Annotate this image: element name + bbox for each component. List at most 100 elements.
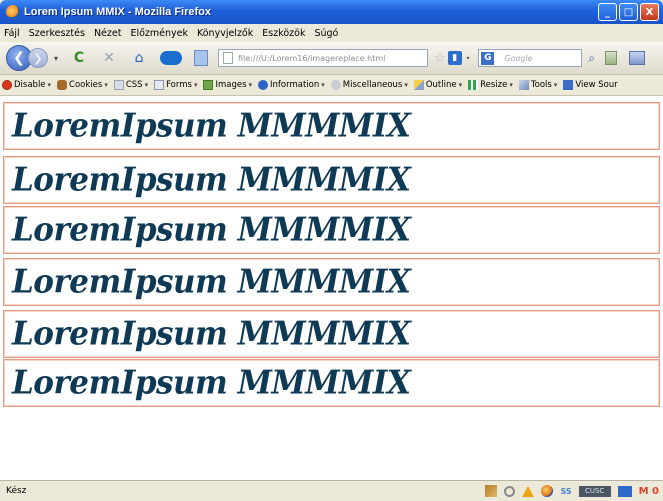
caret-icon: ▾ xyxy=(553,81,558,89)
resize-icon xyxy=(468,80,479,90)
wrench-icon[interactable] xyxy=(485,485,498,497)
warning-icon[interactable] xyxy=(522,485,535,497)
menu-history[interactable]: Előzmények xyxy=(130,28,188,39)
tools-icon xyxy=(518,80,529,90)
stop-icon[interactable]: ✕ xyxy=(100,49,118,67)
ss-label[interactable]: SS xyxy=(560,487,571,496)
dev-cookies[interactable]: Cookies ▾ xyxy=(57,80,108,90)
information-icon xyxy=(258,80,269,90)
dev-information[interactable]: Information ▾ xyxy=(258,80,325,90)
page-icon[interactable] xyxy=(194,50,209,66)
images-icon xyxy=(203,80,214,90)
dev-information-label: Information xyxy=(270,80,320,90)
dev-resize-label: Resize xyxy=(480,80,508,90)
menu-bookmarks[interactable]: Könyvjelzők xyxy=(197,28,253,39)
dev-view-source-label: View Sour xyxy=(575,80,618,90)
cookies-icon xyxy=(57,80,68,90)
dev-outline[interactable]: Outline ▾ xyxy=(413,80,463,90)
url-text: file:///U:/Lorem16/imagereplace.html xyxy=(238,53,386,63)
status-bar: Kész SS CUSC M 0 xyxy=(0,480,663,501)
lorem-banner: LoremIpsum MMMMIX xyxy=(3,156,660,204)
lorem-heading: LoremIpsum MMMMIX xyxy=(12,263,411,301)
lorem-heading: LoremIpsum MMMMIX xyxy=(12,315,411,353)
maximize-button[interactable]: □ xyxy=(619,3,638,21)
lorem-banner: LoremIpsum MMMMIX xyxy=(3,310,660,358)
menu-bar: Fájl Szerkesztés Nézet Előzmények Könyvj… xyxy=(0,24,663,42)
window-controls: _ □ X xyxy=(598,3,659,21)
gear-icon[interactable] xyxy=(504,485,516,497)
minimize-button[interactable]: _ xyxy=(598,3,617,21)
status-text: Kész xyxy=(6,486,27,496)
dev-miscellaneous-label: Miscellaneous xyxy=(342,80,403,90)
window-title: Lorem Ipsum MMIX - Mozilla Firefox xyxy=(24,6,212,18)
menu-help[interactable]: Súgó xyxy=(314,28,338,39)
dev-miscellaneous[interactable]: Miscellaneous ▾ xyxy=(330,80,408,90)
caret-icon: ▾ xyxy=(144,81,149,89)
html-validator-icon[interactable] xyxy=(617,485,632,497)
forms-icon xyxy=(154,80,165,90)
caret-icon: ▾ xyxy=(47,81,52,89)
lorem-banner: LoremIpsum MMMMIX xyxy=(3,359,660,407)
page-content: LoremIpsum MMMMIX LoremIpsum MMMMIX Lore… xyxy=(0,96,663,480)
caret-icon: ▾ xyxy=(509,81,513,89)
search-engine-icon[interactable]: G xyxy=(481,51,495,65)
firefox-status-icon[interactable] xyxy=(541,485,554,497)
downloads-icon[interactable] xyxy=(629,51,646,65)
disable-icon xyxy=(2,80,12,90)
search-box[interactable]: G Google xyxy=(478,49,583,67)
dev-resize[interactable]: Resize ▾ xyxy=(468,80,513,90)
navigation-toolbar: ❮ ❯ ▾ C ✕ ⌂ file:///U:/Lorem16/imagerepl… xyxy=(0,42,663,75)
caret-icon: ▾ xyxy=(321,81,325,89)
dev-images-label: Images xyxy=(215,80,247,90)
search-placeholder: Google xyxy=(504,53,533,63)
caret-icon: ▾ xyxy=(404,81,408,89)
lorem-banner: LoremIpsum MMMMIX xyxy=(3,206,660,254)
caret-icon: ▾ xyxy=(193,81,198,89)
dev-outline-label: Outline xyxy=(425,80,457,90)
feed-dropdown-icon[interactable]: • xyxy=(466,54,471,63)
menu-view[interactable]: Nézet xyxy=(94,28,122,39)
dev-css-label: CSS xyxy=(125,80,143,90)
lorem-banner: LoremIpsum MMMMIX xyxy=(3,258,660,306)
menu-edit[interactable]: Szerkesztés xyxy=(29,28,85,39)
site-identity-icon[interactable] xyxy=(223,52,234,64)
forward-icon[interactable]: ❯ xyxy=(28,48,48,68)
title-bar[interactable]: Lorem Ipsum MMIX - Mozilla Firefox _ □ X xyxy=(0,0,663,24)
status-icons: SS CUSC M 0 xyxy=(485,485,663,497)
dev-tools[interactable]: Tools ▾ xyxy=(518,80,558,90)
feed-icon[interactable]: ▮ xyxy=(447,51,462,65)
lorem-heading: LoremIpsum MMMMIX xyxy=(12,211,411,249)
dev-css[interactable]: CSS ▾ xyxy=(113,80,149,90)
dev-forms-label: Forms xyxy=(166,80,192,90)
home-icon[interactable]: ⌂ xyxy=(130,49,148,67)
gmail-notifier[interactable]: M 0 xyxy=(639,486,659,497)
css-icon xyxy=(113,80,124,90)
dev-cookies-label: Cookies xyxy=(69,80,103,90)
bookmarks-icon[interactable] xyxy=(605,51,618,65)
menu-tools[interactable]: Eszközök xyxy=(262,28,305,39)
miscellaneous-icon xyxy=(330,80,341,90)
dev-forms[interactable]: Forms ▾ xyxy=(154,80,197,90)
firefox-icon xyxy=(6,5,20,19)
lorem-heading: LoremIpsum MMMMIX xyxy=(12,107,411,145)
css-validator-badge[interactable]: CUSC xyxy=(578,485,611,497)
dev-images[interactable]: Images ▾ xyxy=(203,80,252,90)
addon-icon[interactable] xyxy=(160,51,183,65)
lorem-banner: LoremIpsum MMMMIX xyxy=(3,102,660,150)
lorem-heading: LoremIpsum MMMMIX xyxy=(12,161,411,199)
reload-icon[interactable]: C xyxy=(70,49,88,67)
view-source-icon xyxy=(563,80,574,90)
lorem-heading: LoremIpsum MMMMIX xyxy=(12,364,411,402)
menu-file[interactable]: Fájl xyxy=(4,28,20,39)
search-go-icon[interactable]: ⌕ xyxy=(588,51,595,66)
history-dropdown-icon[interactable]: ▾ xyxy=(54,54,58,63)
dev-disable[interactable]: Disable ▾ xyxy=(2,80,51,90)
caret-icon: ▾ xyxy=(458,81,463,89)
bookmark-star-icon[interactable]: ☆ xyxy=(434,51,446,66)
dev-tools-label: Tools xyxy=(530,80,552,90)
caret-icon: ▾ xyxy=(104,81,108,89)
address-bar[interactable]: file:///U:/Lorem16/imagereplace.html xyxy=(218,49,429,67)
dev-view-source[interactable]: View Sour xyxy=(563,80,618,90)
close-button[interactable]: X xyxy=(640,3,659,21)
outline-icon xyxy=(413,80,424,90)
